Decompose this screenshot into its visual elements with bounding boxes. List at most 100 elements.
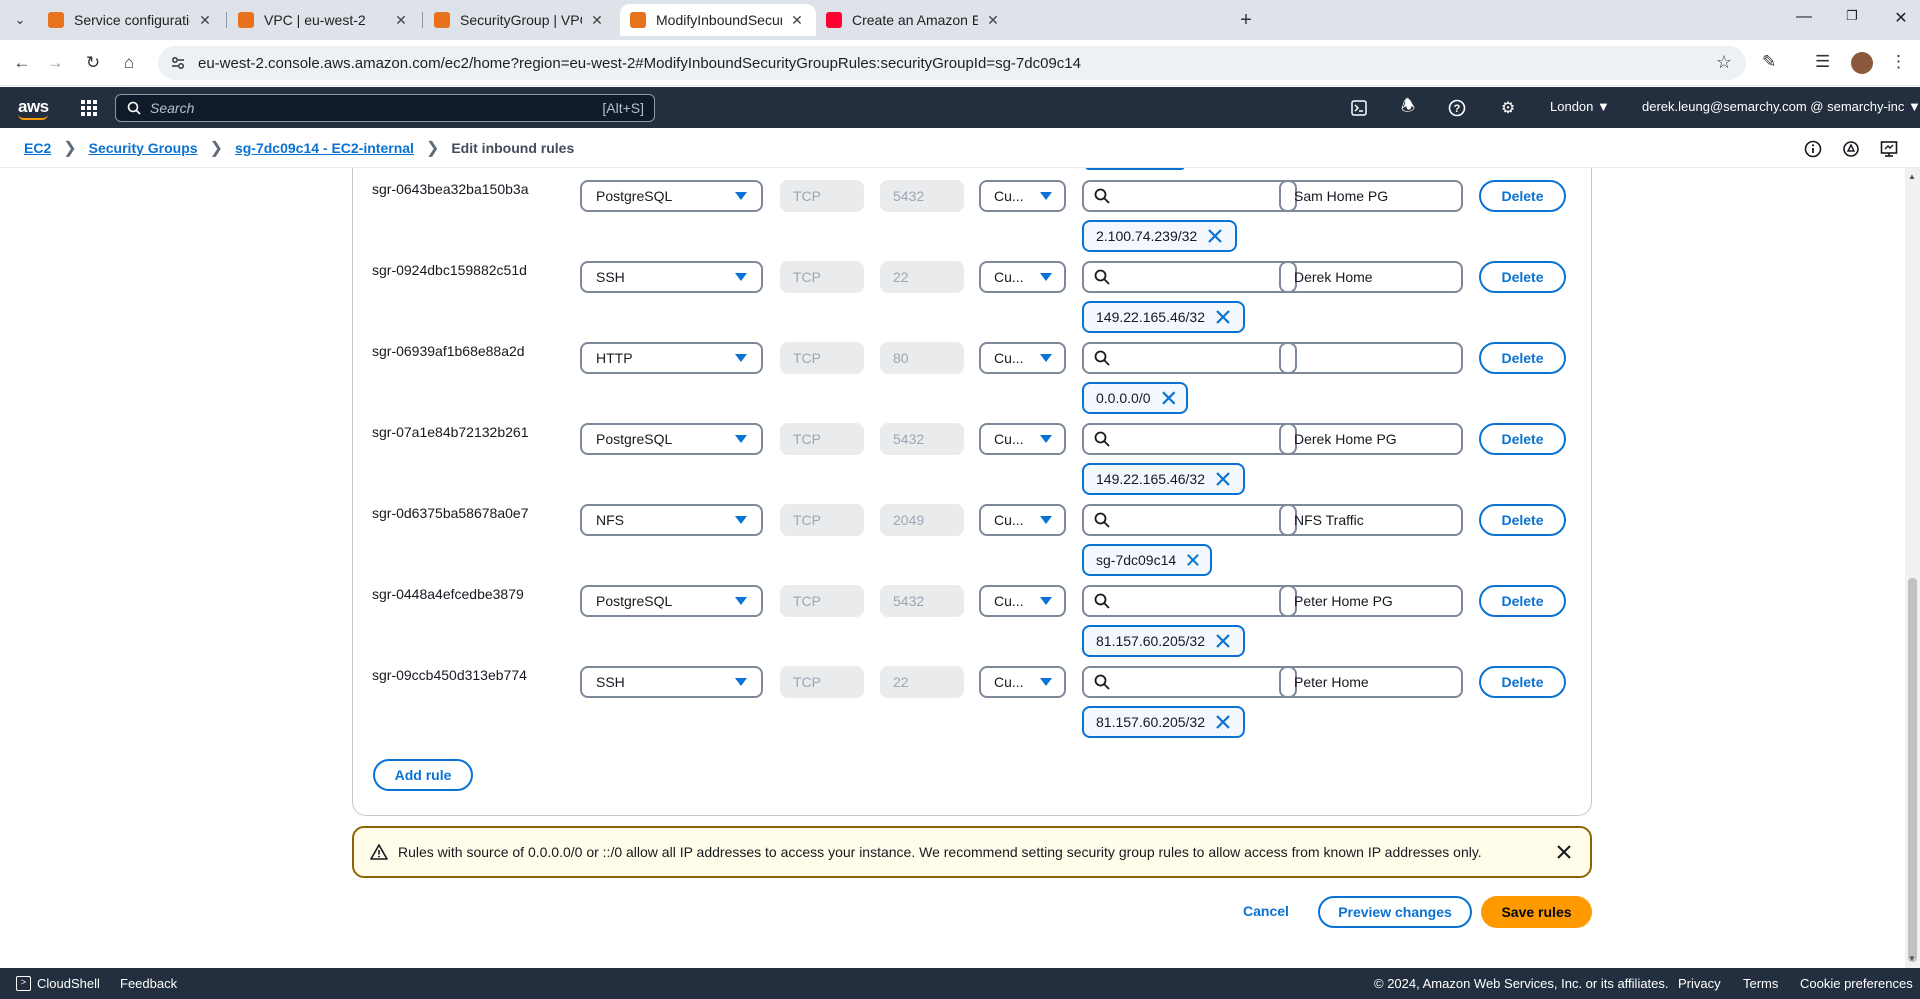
browser-tab[interactable]: Service configuration | Elastic C ✕: [38, 4, 224, 36]
cancel-button[interactable]: Cancel: [1243, 903, 1289, 919]
rule-row: sgr-06939af1b68e88a2d HTTP TCP 80 Cu... Delet…: [0, 330, 1920, 414]
source-search-input[interactable]: [1082, 666, 1297, 698]
info-icon[interactable]: [1804, 140, 1822, 158]
delete-rule-button[interactable]: Delete: [1479, 423, 1566, 455]
source-search-input[interactable]: [1082, 585, 1297, 617]
add-rule-button[interactable]: Add rule: [373, 759, 473, 791]
scroll-down-icon[interactable]: ▼: [1908, 954, 1916, 963]
new-tab-icon[interactable]: +: [1234, 8, 1258, 32]
close-tab-icon[interactable]: ✕: [588, 12, 606, 29]
notifications-bell-icon[interactable]: 🕭: [1398, 98, 1418, 118]
remove-token-icon[interactable]: [1186, 552, 1200, 568]
description-input[interactable]: Peter Home: [1279, 666, 1463, 698]
close-tab-icon[interactable]: ✕: [984, 12, 1002, 29]
rule-type-select[interactable]: SSH: [580, 261, 763, 293]
delete-rule-button[interactable]: Delete: [1479, 180, 1566, 212]
description-input[interactable]: NFS Traffic: [1279, 504, 1463, 536]
source-type-select[interactable]: Cu...: [979, 180, 1066, 212]
rule-type-value: HTTP: [596, 350, 633, 366]
restore-icon[interactable]: ❐: [1837, 8, 1867, 24]
breadcrumb-security-groups[interactable]: Security Groups: [89, 140, 198, 156]
settings-gear-icon[interactable]: ⚙: [1498, 98, 1518, 118]
source-type-select[interactable]: Cu...: [979, 666, 1066, 698]
source-search-input[interactable]: [1082, 180, 1297, 212]
scroll-up-icon[interactable]: ▲: [1908, 172, 1916, 181]
cloudshell-icon[interactable]: [1349, 98, 1369, 118]
rule-type-select[interactable]: SSH: [580, 666, 763, 698]
services-grid-icon[interactable]: [81, 100, 97, 116]
url-field[interactable]: eu-west-2.console.aws.amazon.com/ec2/hom…: [158, 46, 1746, 80]
search-input[interactable]: Search [Alt+S]: [115, 94, 655, 122]
reload-icon[interactable]: ↻: [82, 52, 104, 74]
close-window-icon[interactable]: ✕: [1886, 8, 1916, 28]
browser-tab-active[interactable]: ModifyInboundSecurityGroupR ✕: [620, 4, 816, 36]
rule-type-select[interactable]: PostgreSQL: [580, 180, 763, 212]
description-input[interactable]: Derek Home PG: [1279, 423, 1463, 455]
privacy-link[interactable]: Privacy: [1678, 976, 1721, 991]
source-type-select[interactable]: Cu...: [979, 504, 1066, 536]
remove-token-icon[interactable]: [1207, 228, 1223, 244]
remove-token-icon[interactable]: [1215, 633, 1231, 649]
source-type-value: Cu...: [994, 674, 1024, 690]
scrollbar-thumb[interactable]: [1908, 578, 1917, 962]
source-type-select[interactable]: Cu...: [979, 342, 1066, 374]
cookie-preferences-link[interactable]: Cookie preferences: [1800, 976, 1913, 991]
tutorial-panel-icon[interactable]: [1880, 140, 1898, 158]
delete-rule-button[interactable]: Delete: [1479, 585, 1566, 617]
remove-token-icon[interactable]: [1215, 714, 1231, 730]
notifications-icon[interactable]: [1842, 140, 1860, 158]
media-control-icon[interactable]: ☰: [1815, 52, 1830, 72]
minimize-icon[interactable]: —: [1789, 8, 1819, 26]
forward-icon[interactable]: →: [44, 52, 66, 74]
remove-token-icon[interactable]: [1215, 471, 1231, 487]
source-type-select[interactable]: Cu...: [979, 585, 1066, 617]
help-icon[interactable]: ?: [1447, 98, 1467, 118]
delete-rule-button[interactable]: Delete: [1479, 504, 1566, 536]
rule-type-select[interactable]: PostgreSQL: [580, 585, 763, 617]
rule-type-value: PostgreSQL: [596, 593, 673, 609]
description-input[interactable]: Sam Home PG: [1279, 180, 1463, 212]
cloudshell-link[interactable]: CloudShell: [37, 976, 100, 991]
close-tab-icon[interactable]: ✕: [196, 12, 214, 29]
site-info-icon[interactable]: [170, 55, 186, 71]
source-search-input[interactable]: [1082, 342, 1297, 374]
feedback-link[interactable]: Feedback: [120, 976, 177, 991]
terms-link[interactable]: Terms: [1743, 976, 1778, 991]
source-search-input[interactable]: [1082, 261, 1297, 293]
save-rules-button[interactable]: Save rules: [1481, 896, 1592, 928]
browser-tab[interactable]: Create an Amazon EFS Filesyste ✕: [816, 4, 1012, 36]
browser-tab[interactable]: SecurityGroup | VPC Console ✕: [424, 4, 616, 36]
breadcrumb-ec2[interactable]: EC2: [24, 140, 51, 156]
profile-avatar[interactable]: [1851, 52, 1873, 74]
home-icon[interactable]: ⌂: [118, 52, 140, 74]
browser-tab[interactable]: VPC | eu-west-2 ✕: [228, 4, 420, 36]
page-scrollbar[interactable]: ▲ ▼: [1905, 168, 1920, 968]
rule-type-select[interactable]: NFS: [580, 504, 763, 536]
description-input[interactable]: Derek Home: [1279, 261, 1463, 293]
description-input[interactable]: [1279, 342, 1463, 374]
close-tab-icon[interactable]: ✕: [392, 12, 410, 29]
extensions-icon[interactable]: ✎: [1762, 52, 1776, 72]
source-search-input[interactable]: [1082, 423, 1297, 455]
rule-type-select[interactable]: PostgreSQL: [580, 423, 763, 455]
source-search-input[interactable]: [1082, 504, 1297, 536]
remove-token-icon[interactable]: [1161, 390, 1177, 406]
breadcrumb-security-group[interactable]: sg-7dc09c14 - EC2-internal: [235, 140, 414, 156]
remove-token-icon[interactable]: [1215, 309, 1231, 325]
region-selector[interactable]: London ▼: [1550, 99, 1610, 114]
bookmark-star-icon[interactable]: ☆: [1716, 52, 1732, 73]
tab-search-chevron-icon[interactable]: ⌄: [8, 8, 32, 32]
delete-rule-button[interactable]: Delete: [1479, 261, 1566, 293]
account-menu[interactable]: derek.leung@semarchy.com @ semarchy-inc …: [1642, 99, 1920, 114]
dismiss-alert-icon[interactable]: [1556, 844, 1572, 860]
source-type-select[interactable]: Cu...: [979, 261, 1066, 293]
rule-type-select[interactable]: HTTP: [580, 342, 763, 374]
description-input[interactable]: Peter Home PG: [1279, 585, 1463, 617]
source-type-select[interactable]: Cu...: [979, 423, 1066, 455]
back-icon[interactable]: ←: [11, 52, 33, 74]
delete-rule-button[interactable]: Delete: [1479, 666, 1566, 698]
browser-menu-icon[interactable]: ⋮: [1890, 52, 1907, 72]
preview-changes-button[interactable]: Preview changes: [1318, 896, 1472, 928]
close-tab-icon[interactable]: ✕: [788, 12, 806, 29]
delete-rule-button[interactable]: Delete: [1479, 342, 1566, 374]
